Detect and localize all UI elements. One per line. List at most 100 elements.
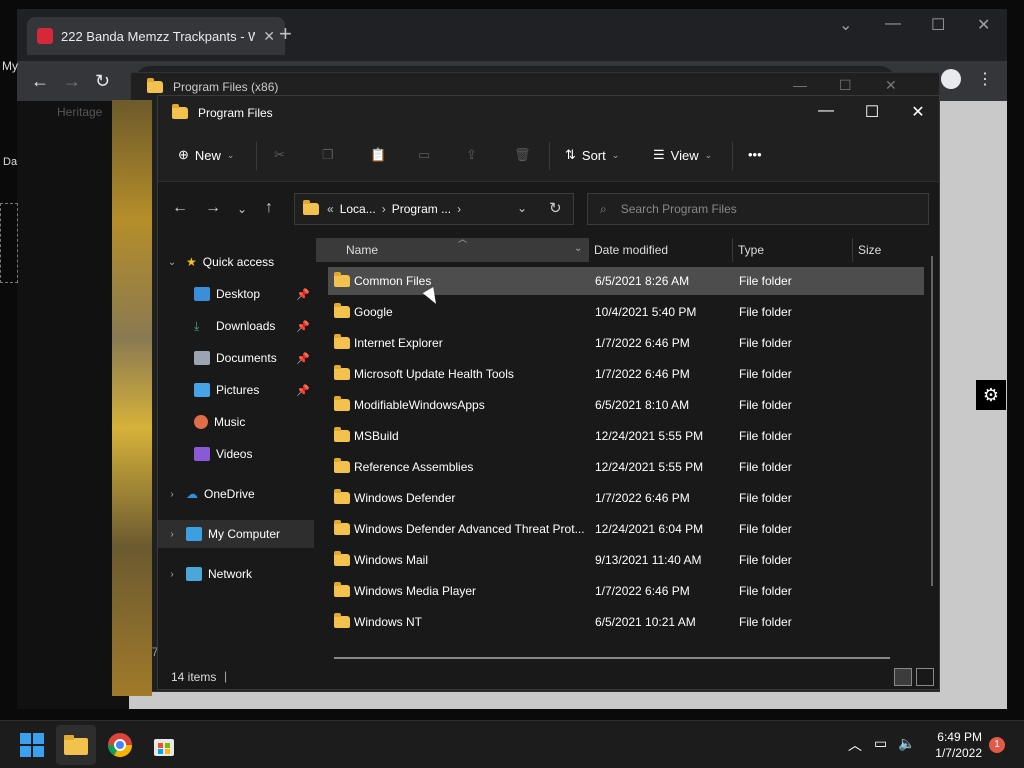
chrome-icon[interactable] — [106, 731, 134, 759]
view-button[interactable]: ☰ View ⌄ — [653, 147, 712, 163]
file-name: Windows Media Player — [354, 584, 477, 598]
browser-menu-icon[interactable]: ⋮ — [977, 69, 993, 89]
close-tab-icon[interactable]: ✕ — [263, 28, 275, 45]
table-row[interactable]: MSBuild 12/24/2021 5:55 PM File folder — [328, 422, 924, 450]
store-icon[interactable] — [150, 731, 178, 759]
file-explorer-icon[interactable] — [62, 731, 90, 759]
copy-icon[interactable]: ❐ — [322, 147, 334, 163]
file-date: 12/24/2021 5:55 PM — [595, 460, 704, 474]
column-type[interactable]: Type — [738, 243, 764, 257]
chevron-right-icon[interactable]: › — [457, 202, 461, 216]
forward-arrow-icon[interactable]: → — [205, 199, 221, 217]
large-icons-view-icon[interactable] — [916, 668, 934, 686]
address-dropdown-icon[interactable]: ⌄ — [517, 201, 527, 215]
chevron-down-icon[interactable]: ⌄ — [574, 243, 582, 254]
table-row[interactable]: Common Files 6/5/2021 8:26 AM File folde… — [328, 267, 924, 295]
recent-locations-chevron-icon[interactable]: ⌄ — [237, 202, 247, 216]
new-label: New — [194, 147, 221, 163]
share-icon[interactable]: ⇪ — [466, 147, 477, 163]
up-arrow-icon[interactable]: ↑ — [265, 199, 273, 217]
nav-desktop[interactable]: Desktop 📌 — [158, 280, 314, 308]
profile-avatar-icon[interactable] — [941, 69, 961, 89]
divider[interactable] — [732, 238, 733, 262]
browser-tab-title: 222 Banda Memzz Trackpants - W — [61, 28, 256, 44]
nav-network[interactable]: › Network — [158, 560, 314, 588]
browser-close-icon[interactable]: ✕ — [977, 15, 990, 35]
folder-icon — [334, 303, 350, 318]
notification-badge[interactable]: 1 — [989, 737, 1005, 753]
delete-icon[interactable]: 🗑 — [514, 147, 531, 163]
x86-minimize-icon[interactable]: — — [793, 77, 807, 93]
horizontal-scrollbar[interactable] — [334, 657, 890, 659]
x86-maximize-icon[interactable]: ☐ — [839, 77, 852, 94]
details-view-icon[interactable] — [894, 668, 912, 686]
column-date[interactable]: Date modified — [594, 243, 668, 257]
chevron-right-icon[interactable]: › — [158, 569, 186, 580]
refresh-icon[interactable]: ↻ — [549, 199, 562, 217]
browser-maximize-icon[interactable]: ☐ — [931, 15, 945, 35]
nav-videos[interactable]: Videos — [158, 440, 314, 468]
search-input[interactable]: ⌕ Search Program Files — [587, 193, 929, 225]
nav-music[interactable]: Music — [158, 408, 314, 436]
close-icon[interactable]: ✕ — [895, 102, 941, 122]
sort-label: Sort — [581, 147, 606, 163]
cut-icon[interactable]: ✂ — [274, 147, 285, 163]
table-row[interactable]: ModifiableWindowsApps 6/5/2021 8:10 AM F… — [328, 391, 924, 419]
nav-pictures[interactable]: Pictures 📌 — [158, 376, 314, 404]
table-row[interactable]: Windows Defender 1/7/2022 6:46 PM File f… — [328, 484, 924, 512]
more-options-button[interactable]: ••• — [748, 147, 762, 162]
overflow-chevron-icon[interactable]: « — [327, 202, 334, 216]
table-row[interactable]: Windows Defender Advanced Threat Prot...… — [328, 515, 924, 543]
table-row[interactable]: Windows Media Player 1/7/2022 6:46 PM Fi… — [328, 577, 924, 605]
nav-onedrive[interactable]: › ☁ OneDrive — [158, 480, 314, 508]
breadcrumb-local[interactable]: Loca... — [340, 202, 376, 216]
column-name[interactable]: ︿ Name ⌄ — [316, 234, 588, 262]
rename-icon[interactable]: ▭ — [418, 147, 430, 163]
plus-circle-icon: ⊕ — [178, 147, 189, 162]
divider[interactable] — [852, 238, 853, 262]
new-button[interactable]: ⊕ New ⌄ — [178, 147, 234, 163]
nav-documents[interactable]: Documents 📌 — [158, 344, 314, 372]
chevron-down-icon[interactable]: ⌄ — [158, 257, 186, 268]
volume-icon[interactable]: 🔈 — [898, 735, 915, 752]
table-row[interactable]: Internet Explorer 1/7/2022 6:46 PM File … — [328, 329, 924, 357]
chevron-right-icon[interactable]: › — [158, 529, 186, 540]
filter-sliders-icon[interactable]: ⚙ — [976, 380, 1006, 410]
minimize-icon[interactable]: — — [803, 102, 849, 120]
browser-tab[interactable]: 222 Banda Memzz Trackpants - W ✕ — [27, 17, 285, 55]
divider[interactable] — [588, 238, 589, 262]
column-size[interactable]: Size — [858, 243, 881, 257]
maximize-icon[interactable]: ☐ — [849, 102, 895, 122]
chevron-right-icon[interactable]: › — [158, 489, 186, 500]
nav-label: Documents — [216, 351, 277, 365]
table-row[interactable]: Reference Assemblies 12/24/2021 5:55 PM … — [328, 453, 924, 481]
table-row[interactable]: Windows Mail 9/13/2021 11:40 AM File fol… — [328, 546, 924, 574]
chevron-right-icon[interactable]: › — [382, 202, 386, 216]
file-type: File folder — [739, 553, 792, 567]
nav-quick-access[interactable]: ⌄ ★ Quick access — [158, 248, 314, 276]
paste-icon[interactable]: 📋 — [370, 147, 386, 163]
nav-downloads[interactable]: ⤓ Downloads 📌 — [158, 312, 314, 340]
forward-arrow-icon[interactable]: → — [63, 71, 81, 91]
back-arrow-icon[interactable]: ← — [31, 71, 49, 91]
browser-minimize-icon[interactable]: — — [885, 15, 901, 33]
table-row[interactable]: Google 10/4/2021 5:40 PM File folder — [328, 298, 924, 326]
x86-close-icon[interactable]: ✕ — [885, 77, 897, 94]
show-hidden-icons-chevron-icon[interactable]: ︿ — [848, 735, 862, 755]
sort-button[interactable]: ⇅ Sort ⌄ — [565, 147, 619, 163]
new-tab-button[interactable]: + — [279, 23, 292, 45]
breadcrumb-program-files[interactable]: Program ... — [392, 202, 451, 216]
clock[interactable]: 6:49 PM 1/7/2022 — [930, 729, 982, 761]
table-row[interactable]: Microsoft Update Health Tools 1/7/2022 6… — [328, 360, 924, 388]
address-bar[interactable]: « Loca... › Program ... › ⌄ ↻ — [294, 193, 574, 225]
tab-search-chevron-icon[interactable]: ⌄ — [839, 15, 852, 35]
heritage-link[interactable]: Heritage — [57, 105, 102, 119]
back-arrow-icon[interactable]: ← — [172, 199, 188, 217]
vertical-scrollbar[interactable] — [931, 256, 933, 586]
network-status-icon[interactable]: ▭ — [874, 735, 887, 752]
table-row[interactable]: Windows NT 6/5/2021 10:21 AM File folder — [328, 608, 924, 636]
nav-my-computer[interactable]: › My Computer — [158, 520, 314, 548]
windows-start-icon[interactable] — [18, 731, 46, 759]
reload-icon[interactable]: ↻ — [95, 71, 110, 91]
nav-label: Music — [214, 415, 246, 429]
